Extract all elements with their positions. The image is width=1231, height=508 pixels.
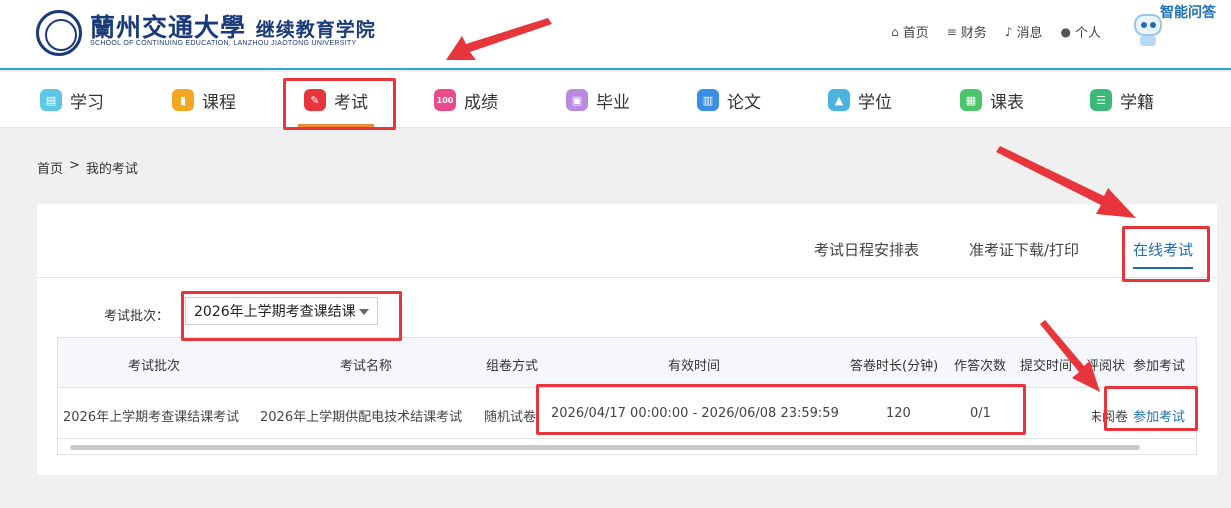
university-seal-logo	[36, 10, 82, 56]
th-attempts: 作答次数	[954, 359, 1007, 374]
td-paper-method: 随机试卷	[484, 410, 537, 425]
td-batch: 2026年上学期考查课结课考试	[63, 410, 240, 425]
nav-item-study[interactable]: ▤ 学习	[40, 86, 104, 114]
user-icon: ●	[1060, 24, 1071, 39]
td-attempts: 0/1	[970, 406, 991, 421]
breadcrumb-separator: >	[69, 158, 80, 173]
breadcrumb: 首页 > 我的考试	[37, 158, 138, 177]
th-valid-time: 有效时间	[668, 359, 721, 374]
horizontal-scrollbar[interactable]	[70, 445, 1140, 450]
top-link-home[interactable]: ⌂ 首页	[891, 22, 929, 42]
exam-table: 考试批次 考试名称 组卷方式 有效时间 答卷时长(分钟) 作答次数 提交时间 评…	[57, 337, 1197, 455]
bell-icon: ♪	[1004, 24, 1013, 39]
top-link-finance[interactable]: ≡ 财务	[946, 22, 987, 42]
cap-icon: ▲	[828, 89, 850, 111]
th-exam-name: 考试名称	[340, 359, 393, 374]
nav-label: 学籍	[1120, 92, 1154, 113]
nav-item-thesis[interactable]: ▥ 论文	[697, 86, 761, 114]
table-row: 2026年上学期考查课结课考试 2026年上学期供配电技术结课考试 随机试卷 2…	[58, 389, 1196, 439]
breadcrumb-current: 我的考试	[85, 162, 138, 177]
calendar-icon: ▦	[960, 89, 982, 111]
main-nav: ▤ 学习 ▮ 课程 ✎ 考试 100 成绩 ▣ 毕业 ▥ 论文 ▲ 学位 ▦ 课…	[0, 72, 1231, 128]
nav-item-timetable[interactable]: ▦ 课表	[960, 86, 1024, 114]
nav-label: 课程	[202, 92, 236, 113]
th-duration: 答卷时长(分钟)	[850, 359, 939, 374]
nav-item-exams[interactable]: ✎ 考试	[298, 86, 374, 127]
logo-english: SCHOOL OF CONTINUING EDUCATION, LANZHOU …	[90, 40, 357, 47]
th-paper-method: 组卷方式	[486, 359, 539, 374]
tab-exam-schedule[interactable]: 考试日程安排表	[814, 239, 919, 260]
home-icon: ⌂	[891, 24, 899, 39]
nav-label: 学位	[858, 92, 892, 113]
record-icon: ☰	[1090, 89, 1112, 111]
exam-panel: 考试日程安排表 准考证下载/打印 在线考试 考试批次： 2026年上学期考查课结…	[37, 204, 1217, 475]
logo-cn-main: 蘭州交通大學	[90, 13, 247, 42]
nav-label: 成绩	[464, 92, 498, 113]
top-link-personal[interactable]: ● 个人	[1060, 22, 1102, 42]
th-batch: 考试批次	[128, 359, 181, 374]
logo-cn-sub: 继续教育学院	[255, 19, 376, 41]
breadcrumb-home[interactable]: 首页	[37, 158, 63, 177]
exam-tabs: 考试日程安排表 准考证下载/打印 在线考试	[37, 204, 1217, 278]
batch-filter-label: 考试批次：	[104, 309, 170, 324]
td-valid-time: 2026/04/17 00:00:00 - 2026/06/08 23:59:5…	[551, 406, 839, 421]
top-link-messages[interactable]: ♪ 消息	[1004, 22, 1043, 42]
batch-select[interactable]: 2026年上学期考查课结课	[185, 297, 378, 325]
ai-assistant-label[interactable]: 智能问答	[1160, 2, 1216, 22]
table-header: 考试批次 考试名称 组卷方式 有效时间 答卷时长(分钟) 作答次数 提交时间 评…	[58, 338, 1196, 388]
th-join-exam: 参加考试	[1133, 359, 1186, 374]
tab-admission-ticket[interactable]: 准考证下载/打印	[969, 239, 1079, 260]
top-links: ⌂ 首页 ≡ 财务 ♪ 消息 ● 个人	[891, 22, 1102, 42]
td-review-status: 未阅卷	[1092, 410, 1128, 425]
book-icon: ▮	[172, 89, 194, 111]
top-link-label: 消息	[1016, 26, 1043, 41]
nav-item-graduation[interactable]: ▣ 毕业	[566, 86, 630, 114]
header: 蘭州交通大學 继续教育学院 SCHOOL OF CONTINUING EDUCA…	[0, 0, 1231, 70]
top-link-label: 个人	[1074, 26, 1101, 41]
logo-title: 蘭州交通大學 继续教育学院	[90, 8, 376, 44]
tab-online-exam[interactable]: 在线考试	[1133, 239, 1194, 269]
batch-select-value: 2026年上学期考查课结课	[194, 304, 356, 320]
score-icon: 100	[434, 89, 456, 111]
top-link-label: 财务	[960, 26, 987, 41]
nav-item-scores[interactable]: 100 成绩	[434, 86, 498, 114]
nav-item-records[interactable]: ☰ 学籍	[1090, 86, 1154, 114]
td-exam-name: 2026年上学期供配电技术结课考试	[260, 410, 463, 425]
nav-item-courses[interactable]: ▮ 课程	[172, 86, 236, 114]
nav-label: 学习	[70, 92, 104, 113]
document-icon: ▥	[697, 89, 719, 111]
top-link-label: 首页	[902, 26, 929, 41]
nav-item-degree[interactable]: ▲ 学位	[828, 86, 892, 114]
exam-pen-icon: ✎	[304, 89, 326, 111]
nav-label: 毕业	[596, 92, 630, 113]
chevron-down-icon	[359, 309, 369, 315]
database-icon: ≡	[946, 24, 957, 39]
graduate-icon: ▣	[566, 89, 588, 111]
study-icon: ▤	[40, 89, 62, 111]
join-exam-link[interactable]: 参加考试	[1133, 406, 1185, 425]
nav-label: 论文	[727, 92, 761, 113]
th-review-status: 评阅状	[1086, 359, 1126, 374]
nav-label: 课表	[990, 92, 1024, 113]
td-duration: 120	[886, 406, 911, 421]
th-submit-time: 提交时间	[1020, 359, 1073, 374]
nav-label: 考试	[334, 92, 368, 113]
